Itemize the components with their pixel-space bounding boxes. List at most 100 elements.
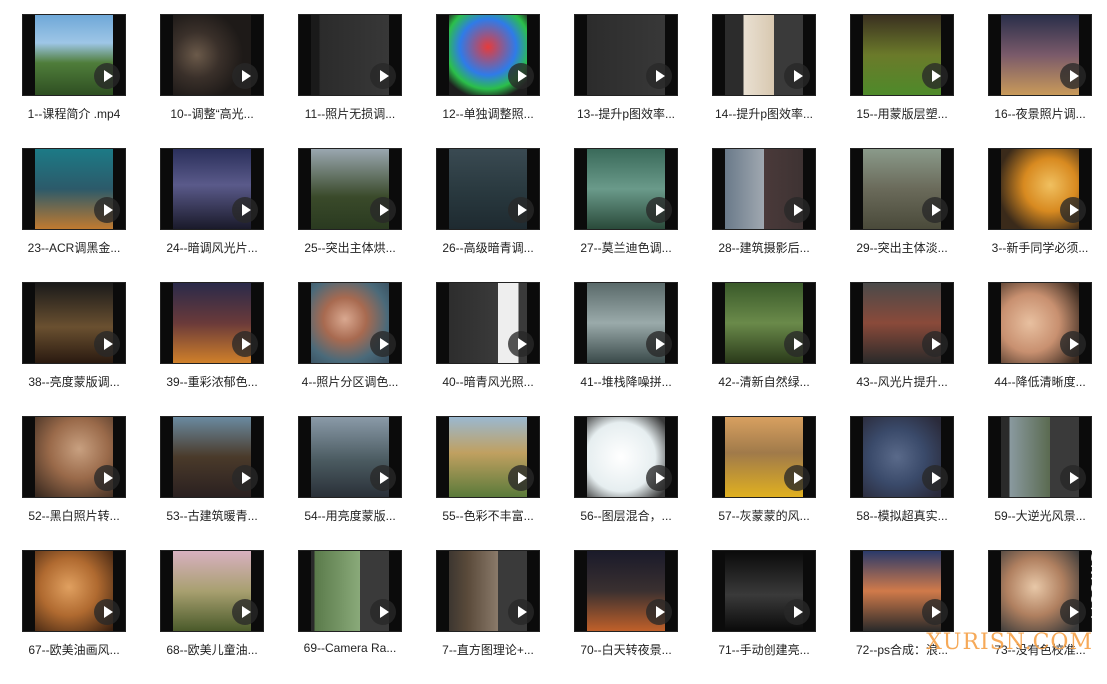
play-icon[interactable] [646, 599, 672, 625]
video-thumbnail[interactable] [436, 14, 540, 96]
video-item[interactable]: 28--建筑摄影后... [695, 148, 833, 282]
video-item[interactable]: 4--照片分区调色... [281, 282, 419, 416]
video-item[interactable]: 11--照片无损调... [281, 14, 419, 148]
play-icon[interactable] [94, 465, 120, 491]
play-icon[interactable] [94, 63, 120, 89]
video-thumbnail[interactable] [712, 282, 816, 364]
video-item[interactable]: 7--直方图理论+... [419, 550, 557, 684]
play-icon[interactable] [1060, 599, 1086, 625]
play-icon[interactable] [232, 599, 258, 625]
video-item[interactable]: 10--调整“高光... [143, 14, 281, 148]
video-item[interactable]: 52--黑白照片转... [5, 416, 143, 550]
video-thumbnail[interactable] [988, 550, 1092, 632]
video-item[interactable]: 16--夜景照片调... [971, 14, 1107, 148]
video-item[interactable]: 72--ps合成：浪... [833, 550, 971, 684]
video-item[interactable]: 15--用蒙版层塑... [833, 14, 971, 148]
video-thumbnail[interactable] [574, 416, 678, 498]
video-item[interactable]: 67--欧美油画风... [5, 550, 143, 684]
video-thumbnail[interactable] [712, 14, 816, 96]
video-thumbnail[interactable] [160, 282, 264, 364]
play-icon[interactable] [646, 197, 672, 223]
video-item[interactable]: 14--提升p图效率... [695, 14, 833, 148]
video-item[interactable]: 56--图层混合，... [557, 416, 695, 550]
play-icon[interactable] [508, 599, 534, 625]
video-item[interactable]: 27--莫兰迪色调... [557, 148, 695, 282]
video-item[interactable]: 68--欧美儿童油... [143, 550, 281, 684]
play-icon[interactable] [646, 63, 672, 89]
video-thumbnail[interactable] [22, 14, 126, 96]
play-icon[interactable] [508, 465, 534, 491]
play-icon[interactable] [232, 331, 258, 357]
play-icon[interactable] [1060, 331, 1086, 357]
play-icon[interactable] [1060, 63, 1086, 89]
play-icon[interactable] [508, 197, 534, 223]
video-thumbnail[interactable] [22, 550, 126, 632]
play-icon[interactable] [922, 599, 948, 625]
video-item[interactable]: 25--突出主体烘... [281, 148, 419, 282]
video-thumbnail[interactable] [712, 416, 816, 498]
play-icon[interactable] [370, 599, 396, 625]
video-thumbnail[interactable] [712, 148, 816, 230]
video-thumbnail[interactable] [298, 14, 402, 96]
play-icon[interactable] [922, 465, 948, 491]
video-thumbnail[interactable] [160, 416, 264, 498]
video-item[interactable]: 24--暗调风光片... [143, 148, 281, 282]
video-thumbnail[interactable] [298, 550, 402, 632]
video-thumbnail[interactable] [298, 416, 402, 498]
play-icon[interactable] [232, 465, 258, 491]
video-thumbnail[interactable] [22, 282, 126, 364]
play-icon[interactable] [784, 599, 810, 625]
video-item[interactable]: 69--Camera Ra... [281, 550, 419, 684]
video-item[interactable]: 26--高级暗青调... [419, 148, 557, 282]
play-icon[interactable] [508, 63, 534, 89]
video-thumbnail[interactable] [850, 416, 954, 498]
video-item[interactable]: 70--白天转夜景... [557, 550, 695, 684]
video-item[interactable]: 59--大逆光风景... [971, 416, 1107, 550]
play-icon[interactable] [94, 331, 120, 357]
video-item[interactable]: 1--课程简介 .mp4 [5, 14, 143, 148]
play-icon[interactable] [784, 197, 810, 223]
video-item[interactable]: 23--ACR调黑金... [5, 148, 143, 282]
play-icon[interactable] [232, 197, 258, 223]
video-thumbnail[interactable] [160, 14, 264, 96]
play-icon[interactable] [370, 331, 396, 357]
video-thumbnail[interactable] [712, 550, 816, 632]
play-icon[interactable] [922, 197, 948, 223]
play-icon[interactable] [232, 63, 258, 89]
play-icon[interactable] [646, 331, 672, 357]
video-thumbnail[interactable] [298, 148, 402, 230]
play-icon[interactable] [784, 63, 810, 89]
play-icon[interactable] [1060, 465, 1086, 491]
video-item[interactable]: 71--手动创建亮... [695, 550, 833, 684]
play-icon[interactable] [508, 331, 534, 357]
video-thumbnail[interactable] [574, 282, 678, 364]
play-icon[interactable] [1060, 197, 1086, 223]
video-item[interactable]: 57--灰蒙蒙的风... [695, 416, 833, 550]
play-icon[interactable] [370, 63, 396, 89]
play-icon[interactable] [94, 197, 120, 223]
video-item[interactable]: 42--清新自然绿... [695, 282, 833, 416]
video-item[interactable]: 40--暗青风光照... [419, 282, 557, 416]
video-item[interactable]: 12--单独调整照... [419, 14, 557, 148]
play-icon[interactable] [94, 599, 120, 625]
video-thumbnail[interactable] [22, 416, 126, 498]
video-thumbnail[interactable] [574, 148, 678, 230]
video-thumbnail[interactable] [988, 148, 1092, 230]
play-icon[interactable] [646, 465, 672, 491]
video-item[interactable]: 54--用亮度蒙版... [281, 416, 419, 550]
video-thumbnail[interactable] [988, 282, 1092, 364]
video-item[interactable]: 41--堆栈降噪拼... [557, 282, 695, 416]
video-thumbnail[interactable] [850, 550, 954, 632]
play-icon[interactable] [784, 465, 810, 491]
play-icon[interactable] [370, 465, 396, 491]
video-thumbnail[interactable] [574, 14, 678, 96]
video-thumbnail[interactable] [988, 14, 1092, 96]
video-item[interactable]: 53--古建筑暖青... [143, 416, 281, 550]
play-icon[interactable] [922, 331, 948, 357]
video-item[interactable]: 3--新手同学必须... [971, 148, 1107, 282]
video-item[interactable]: 43--风光片提升... [833, 282, 971, 416]
video-item[interactable]: 44--降低清晰度... [971, 282, 1107, 416]
video-thumbnail[interactable] [436, 148, 540, 230]
video-thumbnail[interactable] [436, 416, 540, 498]
play-icon[interactable] [784, 331, 810, 357]
